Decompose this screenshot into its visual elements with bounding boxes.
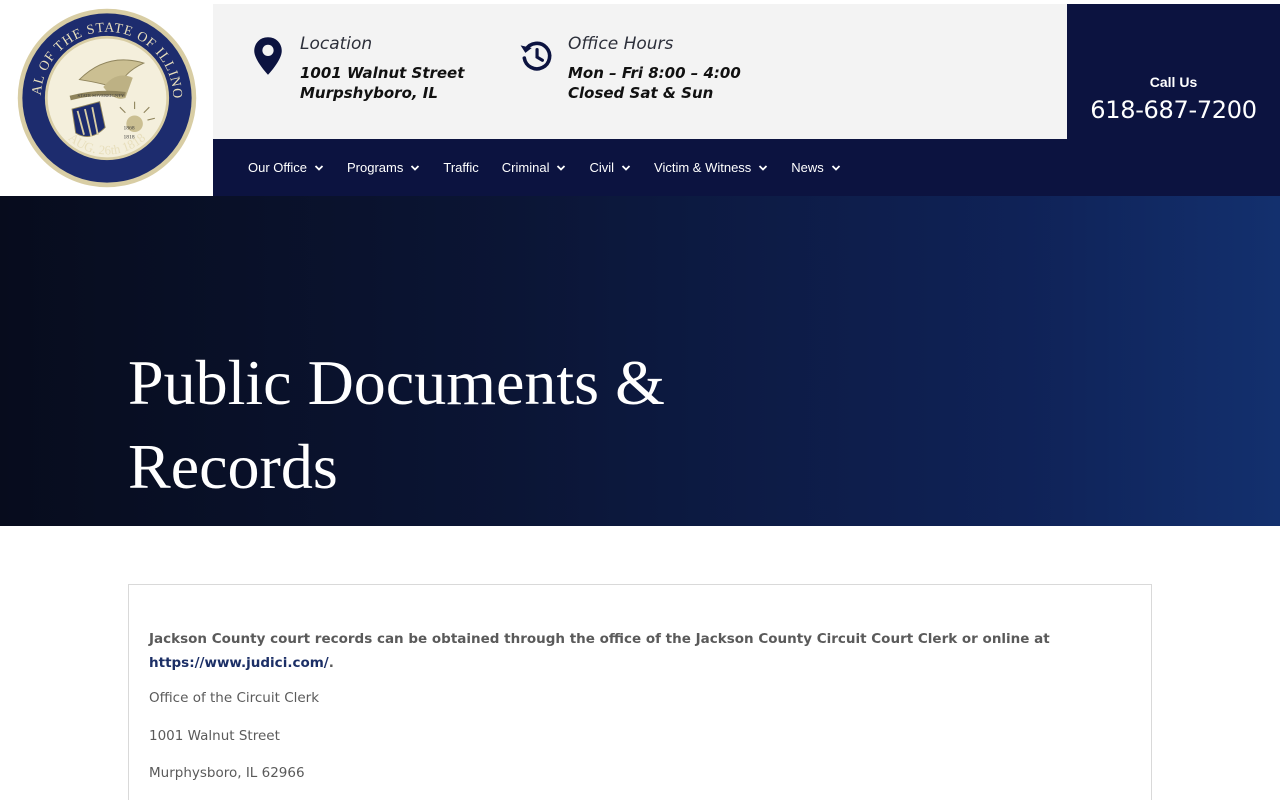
nav-item-victim-witness[interactable]: Victim & Witness [654, 160, 768, 175]
nav-label: Programs [347, 160, 404, 175]
intro-paragraph: Jackson County court records can be obta… [149, 627, 1109, 675]
office-hours-title: Office Hours [568, 34, 674, 54]
phone-number-link[interactable]: 618-687-7200 [1067, 96, 1280, 124]
nav-label: Criminal [501, 160, 550, 175]
call-us-box: Call Us 618-687-7200 [1067, 4, 1280, 196]
chevron-down-icon [557, 164, 566, 171]
page-title: Public Documents & Records [128, 347, 665, 502]
contact-info-bar: Location 1001 Walnut Street Murpshyboro,… [213, 4, 1067, 139]
illinois-seal-logo: SEAL OF THE STATE OF ILLINOIS AUG. 26th … [15, 6, 196, 188]
intro-text: Jackson County court records can be obta… [149, 631, 1050, 647]
call-us-label: Call Us [1149, 74, 1198, 90]
main-nav: Our Office Programs Traffic Criminal Civ… [213, 139, 1067, 196]
site-logo[interactable]: SEAL OF THE STATE OF ILLINOIS AUG. 26th … [0, 0, 213, 196]
judici-link[interactable]: https://www.judici.com/ [149, 655, 329, 671]
location-line-1: 1001 Walnut Street [300, 64, 465, 82]
map-pin-icon [254, 37, 282, 75]
chevron-down-icon [621, 164, 631, 171]
chevron-down-icon [759, 164, 768, 171]
chevron-down-icon [411, 164, 420, 171]
nav-item-programs[interactable]: Programs [347, 160, 420, 175]
nav-label: News [791, 160, 824, 175]
location-title: Location [300, 34, 373, 54]
page-hero: Public Documents & Records [0, 196, 1280, 526]
address-line-2: 1001 Walnut Street [149, 728, 280, 744]
nav-label: Our Office [248, 160, 308, 175]
content-card: Jackson County court records can be obta… [128, 584, 1152, 800]
nav-label: Victim & Witness [654, 160, 752, 175]
address-line-3: Murphysboro, IL 62966 [149, 765, 305, 781]
location-line-2: Murpshyboro, IL [300, 84, 438, 102]
office-hours-block: Office Hours Mon – Fri 8:00 – 4:00 Close… [519, 34, 741, 103]
nav-item-civil[interactable]: Civil [589, 160, 631, 175]
office-hours-line-1: Mon – Fri 8:00 – 4:00 [568, 64, 741, 82]
chevron-down-icon [314, 164, 324, 171]
link-suffix: . [328, 655, 334, 671]
nav-item-traffic[interactable]: Traffic [443, 160, 478, 175]
nav-item-news[interactable]: News [791, 160, 841, 175]
address-line-1: Office of the Circuit Clerk [149, 690, 320, 706]
nav-label: Traffic [443, 160, 479, 175]
nav-label: Civil [589, 160, 615, 175]
nav-item-our-office[interactable]: Our Office [248, 160, 324, 175]
svg-text:1868: 1868 [123, 125, 134, 131]
nav-item-criminal[interactable]: Criminal [502, 160, 567, 175]
location-block: Location 1001 Walnut Street Murpshyboro,… [251, 34, 464, 103]
office-hours-line-2: Closed Sat & Sun [568, 84, 714, 102]
svg-text:1818: 1818 [123, 134, 134, 140]
svg-text:STATE SOVEREIGNTY: STATE SOVEREIGNTY [77, 93, 124, 98]
chevron-down-icon [831, 164, 840, 171]
history-clock-icon [520, 41, 552, 71]
